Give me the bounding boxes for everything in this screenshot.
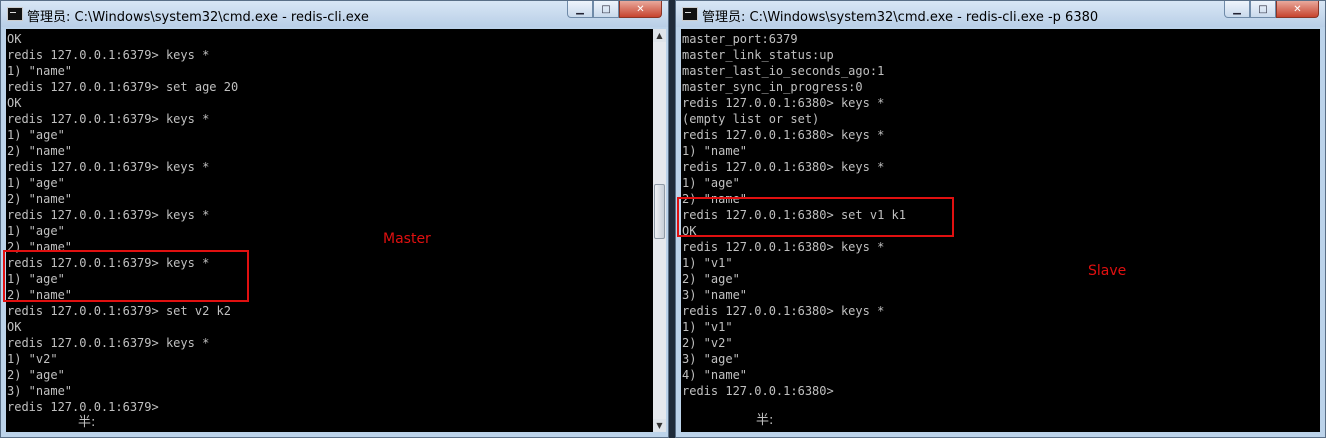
highlight-box-slave	[677, 197, 954, 237]
scroll-up-icon[interactable]: ▲	[653, 29, 666, 42]
scroll-down-icon[interactable]: ▼	[653, 419, 666, 432]
console-text: OK redis 127.0.0.1:6379> keys * 1) "name" r…	[6, 29, 653, 415]
console-line: 1) "age"	[7, 224, 65, 238]
console-line: master_sync_in_progress:0	[682, 80, 863, 94]
console-line: 3) "name"	[682, 288, 748, 302]
console-line: 3) "name"	[7, 384, 73, 398]
console-line: redis 127.0.0.1:6379> keys *	[7, 208, 210, 222]
console-line: redis 127.0.0.1:6379> set age 20	[7, 80, 239, 94]
console-line: 2) "age"	[682, 272, 740, 286]
console-line: redis 127.0.0.1:6380> keys *	[682, 304, 885, 318]
console-output[interactable]: OK redis 127.0.0.1:6379> keys * 1) "name" r…	[6, 29, 653, 432]
window-controls: ▁ □ ✕	[1224, 1, 1319, 19]
console-line: 1) "age"	[682, 176, 740, 190]
console-line: redis 127.0.0.1:6380> keys *	[682, 128, 885, 142]
close-icon: ✕	[1293, 3, 1302, 15]
console-line: redis 127.0.0.1:6379> keys *	[7, 336, 210, 350]
master-cmd-window: 管理员: C:\Windows\system32\cmd.exe - redis…	[0, 0, 669, 438]
console-line: 3) "age"	[682, 352, 740, 366]
console-line: 1) "v1"	[682, 256, 733, 270]
cmd-icon	[682, 7, 698, 21]
console-line: 1) "v2"	[7, 352, 58, 366]
console-line: redis 127.0.0.1:6379> keys *	[7, 160, 210, 174]
vertical-scrollbar[interactable]: ▲ ▼	[653, 29, 666, 432]
maximize-button[interactable]: □	[1250, 1, 1276, 18]
console-line: 1) "v1"	[682, 320, 733, 334]
console-line: 4) "name"	[682, 368, 748, 382]
maximize-button[interactable]: □	[593, 1, 619, 18]
scrollbar-thumb[interactable]	[654, 184, 665, 239]
console-line: 2) "name"	[7, 192, 73, 206]
console-line: redis 127.0.0.1:6380> keys *	[682, 96, 885, 110]
console-line: redis 127.0.0.1:6379> set v2 k2	[7, 304, 231, 318]
annotation-slave: Slave	[1088, 263, 1127, 279]
cmd-icon	[7, 7, 23, 21]
annotation-master: Master	[383, 231, 431, 247]
close-button[interactable]: ✕	[619, 1, 662, 18]
console-line: redis 127.0.0.1:6379> keys *	[7, 48, 210, 62]
console-line: redis 127.0.0.1:6379>	[7, 400, 159, 414]
window-title: 管理员: C:\Windows\system32\cmd.exe - redis…	[702, 10, 1099, 25]
minimize-icon: ▁	[576, 3, 584, 15]
console-line: master_port:6379	[682, 32, 798, 46]
title-bar[interactable]: 管理员: C:\Windows\system32\cmd.exe - redis…	[676, 1, 1325, 27]
console-line: 1) "name"	[7, 64, 73, 78]
close-icon: ✕	[636, 3, 645, 15]
close-button[interactable]: ✕	[1276, 1, 1319, 18]
console-line: master_last_io_seconds_ago:1	[682, 64, 885, 78]
console-line: redis 127.0.0.1:6380> keys *	[682, 160, 885, 174]
window-title: 管理员: C:\Windows\system32\cmd.exe - redis…	[27, 10, 369, 25]
console-line: redis 127.0.0.1:6380>	[682, 384, 834, 398]
console-line: 2) "age"	[7, 368, 65, 382]
console-line: 1) "name"	[682, 144, 748, 158]
console-line: 1) "age"	[7, 176, 65, 190]
console-line: OK	[7, 320, 22, 334]
highlight-box-master	[3, 250, 249, 302]
minimize-icon: ▁	[1233, 3, 1241, 15]
ime-status: 半:	[756, 413, 774, 428]
console-line: redis 127.0.0.1:6379> keys *	[7, 112, 210, 126]
maximize-icon: □	[1258, 3, 1268, 15]
console-line: master_link_status:up	[682, 48, 834, 62]
console-line: 2) "v2"	[682, 336, 733, 350]
console-line: (empty list or set)	[682, 112, 820, 126]
minimize-button[interactable]: ▁	[567, 1, 593, 18]
ime-status: 半:	[78, 415, 96, 430]
maximize-icon: □	[601, 3, 611, 15]
console-line: OK	[7, 96, 22, 110]
console-line: 2) "name"	[7, 144, 73, 158]
minimize-button[interactable]: ▁	[1224, 1, 1250, 18]
console-line: 1) "age"	[7, 128, 65, 142]
title-bar[interactable]: 管理员: C:\Windows\system32\cmd.exe - redis…	[1, 1, 668, 27]
console-line: OK	[7, 32, 22, 46]
console-line: redis 127.0.0.1:6380> keys *	[682, 240, 885, 254]
window-controls: ▁ □ ✕	[567, 1, 662, 19]
